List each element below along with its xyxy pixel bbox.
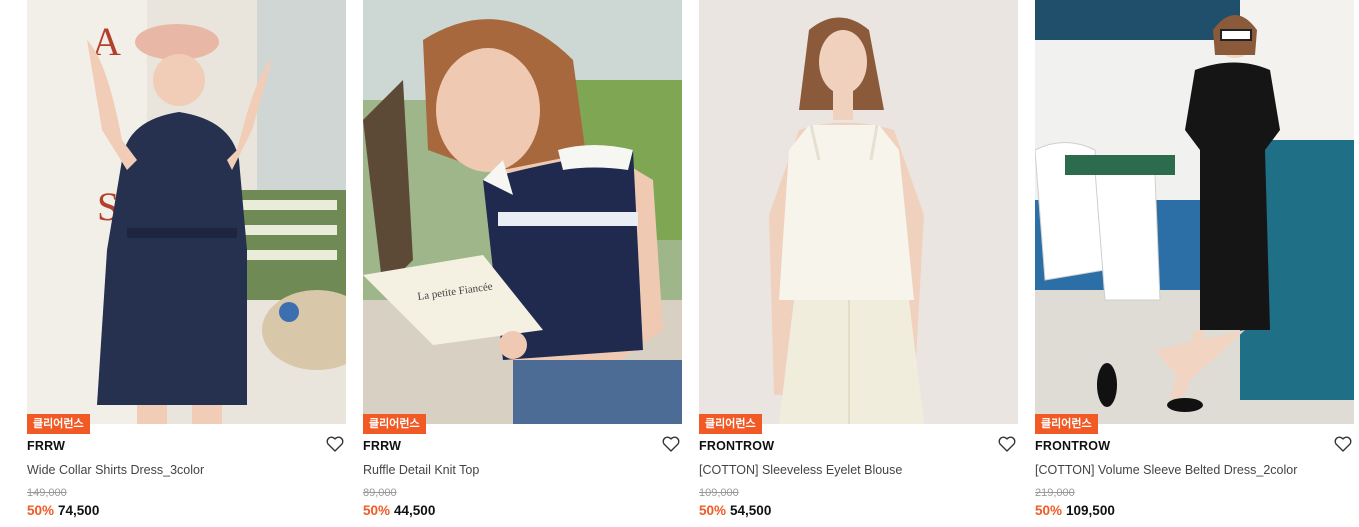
clearance-badge: 클리어런스 bbox=[27, 414, 90, 434]
product-card[interactable]: A S 클리어런스 FRRW Wide Collar Shirts Dress_… bbox=[27, 0, 346, 527]
product-grid: A S 클리어런스 FRRW Wide Collar Shirts Dress_… bbox=[27, 0, 1359, 527]
discount-rate: 50% bbox=[363, 503, 391, 518]
product-brand[interactable]: FRONTROW bbox=[699, 439, 774, 453]
price-row: 50% 54,500 bbox=[699, 503, 771, 518]
product-name[interactable]: Ruffle Detail Knit Top bbox=[363, 463, 479, 477]
product-card[interactable]: 클리어런스 FRONTROW [COTTON] Sleeveless Eyele… bbox=[699, 0, 1018, 527]
heart-outline-icon[interactable] bbox=[1334, 436, 1352, 452]
original-price: 109,000 bbox=[699, 487, 739, 499]
heart-outline-icon[interactable] bbox=[998, 436, 1016, 452]
product-card[interactable]: 클리어런스 FRONTROW [COTTON] Volume Sleeve Be… bbox=[1035, 0, 1354, 527]
sale-price: 44,500 bbox=[394, 503, 436, 518]
price-row: 50% 109,500 bbox=[1035, 503, 1115, 518]
product-name[interactable]: Wide Collar Shirts Dress_3color bbox=[27, 463, 204, 477]
product-brand[interactable]: FRONTROW bbox=[1035, 439, 1110, 453]
original-price: 89,000 bbox=[363, 487, 397, 499]
product-image[interactable]: La petite Fiancée bbox=[363, 0, 682, 424]
clearance-badge: 클리어런스 bbox=[363, 414, 426, 434]
product-brand[interactable]: FRRW bbox=[27, 439, 65, 453]
product-image[interactable]: A S bbox=[27, 0, 346, 424]
product-image[interactable] bbox=[1035, 0, 1354, 424]
product-brand[interactable]: FRRW bbox=[363, 439, 401, 453]
price-row: 50% 44,500 bbox=[363, 503, 435, 518]
discount-rate: 50% bbox=[699, 503, 727, 518]
product-card[interactable]: La petite Fiancée 클리어런스 FRRW Ruffle Deta… bbox=[363, 0, 682, 527]
original-price: 219,000 bbox=[1035, 487, 1075, 499]
discount-rate: 50% bbox=[1035, 503, 1063, 518]
sale-price: 109,500 bbox=[1066, 503, 1115, 518]
product-name[interactable]: [COTTON] Sleeveless Eyelet Blouse bbox=[699, 463, 902, 477]
heart-outline-icon[interactable] bbox=[326, 436, 344, 452]
heart-outline-icon[interactable] bbox=[662, 436, 680, 452]
clearance-badge: 클리어런스 bbox=[699, 414, 762, 434]
price-row: 50% 74,500 bbox=[27, 503, 99, 518]
discount-rate: 50% bbox=[27, 503, 55, 518]
clearance-badge: 클리어런스 bbox=[1035, 414, 1098, 434]
original-price: 149,000 bbox=[27, 487, 67, 499]
sale-price: 54,500 bbox=[730, 503, 772, 518]
product-image[interactable] bbox=[699, 0, 1018, 424]
sale-price: 74,500 bbox=[58, 503, 100, 518]
product-name[interactable]: [COTTON] Volume Sleeve Belted Dress_2col… bbox=[1035, 463, 1297, 477]
